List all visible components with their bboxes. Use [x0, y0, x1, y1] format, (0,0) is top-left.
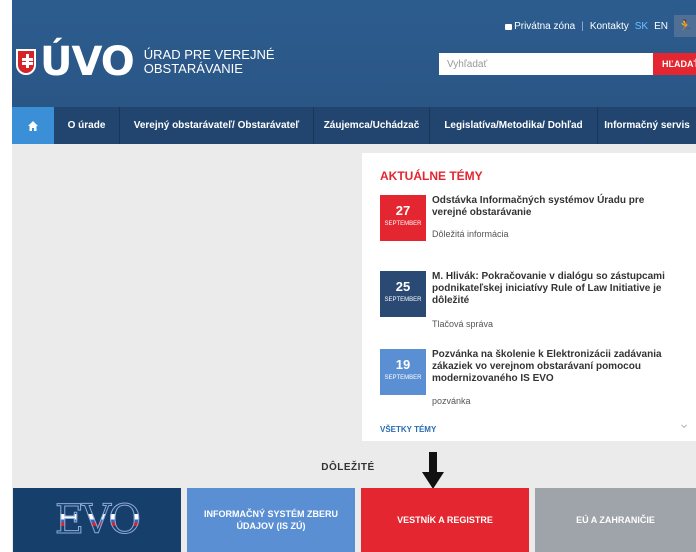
lock-icon: [505, 24, 513, 30]
site-logo[interactable]: ÚVO ÚRAD PRE VEREJNÉ OBSTARÁVANIE: [16, 42, 275, 82]
tile-is-zu[interactable]: INFORMAČNÝ SYSTÉM ZBERU ÚDAJOV (IS ZÚ): [187, 488, 355, 552]
tile-vestnik[interactable]: VESTNÍK A REGISTRE: [361, 488, 529, 552]
logo-text: ÚVO: [40, 39, 135, 85]
news-headline[interactable]: Pozvánka na školenie k Elektronizácii za…: [432, 349, 672, 385]
date-month: SEPTEMBER: [384, 221, 422, 227]
tile-evo[interactable]: EVO: [13, 488, 181, 552]
news-category: pozvánka: [432, 396, 471, 406]
contacts-link[interactable]: Kontakty: [590, 21, 629, 32]
evo-logo: EVO: [54, 497, 141, 543]
home-icon[interactable]: [12, 107, 54, 144]
private-zone-label: Privátna zóna: [514, 21, 576, 32]
nav-item-legislativa[interactable]: Legislatíva/Metodika/ Dohľad: [430, 107, 598, 144]
news-category: Tlačová správa: [432, 319, 494, 329]
tile-eu[interactable]: EÚ A ZAHRANIČIE: [535, 488, 696, 552]
date-day: 19: [395, 357, 411, 372]
org-name: ÚRAD PRE VEREJNÉ OBSTARÁVANIE: [144, 48, 275, 76]
chevron-down-icon[interactable]: ⌄: [678, 416, 690, 432]
separator: |: [581, 21, 584, 32]
date-day: 25: [395, 279, 411, 294]
news-panel: AKTUÁLNE TÉMY 27 SEPTEMBER Odstávka Info…: [362, 153, 696, 441]
org-name-line1: ÚRAD PRE VEREJNÉ: [143, 47, 275, 62]
org-name-line2: OBSTARÁVANIE: [143, 61, 243, 76]
news-headline[interactable]: M. Hlivák: Pokračovanie v dialógu so zás…: [432, 271, 672, 307]
slovak-crest-icon: [16, 49, 36, 75]
nav-item-verejny-obstaravatel[interactable]: Verejný obstarávateľ/ Obstarávateľ: [120, 107, 314, 144]
search-input[interactable]: Vyhľadať: [439, 53, 653, 75]
top-links: Privátna zóna | Kontakty SK EN: [505, 21, 668, 32]
date-badge: 25 SEPTEMBER: [380, 271, 426, 317]
nav-item-zaujemca[interactable]: Záujemca/Uchádzač: [314, 107, 430, 144]
nav-item-o-urade[interactable]: O úrade: [54, 107, 120, 144]
news-title: AKTUÁLNE TÉMY: [380, 169, 483, 183]
accessibility-icon[interactable]: 🏃: [674, 15, 696, 37]
date-month: SEPTEMBER: [384, 375, 422, 381]
arrow-down-icon: [422, 452, 444, 489]
date-badge: 27 SEPTEMBER: [380, 195, 426, 241]
private-zone-link[interactable]: Privátna zóna: [505, 21, 575, 32]
news-headline[interactable]: Odstávka Informačných systémov Úradu pre…: [432, 195, 672, 219]
lang-sk-link[interactable]: SK: [635, 21, 648, 32]
lang-en-link[interactable]: EN: [654, 21, 668, 32]
main-nav: O úrade Verejný obstarávateľ/ Obstarávat…: [12, 107, 696, 144]
date-month: SEPTEMBER: [384, 297, 422, 303]
search-button[interactable]: HĽADAŤ: [653, 53, 696, 75]
site-header: ÚVO ÚRAD PRE VEREJNÉ OBSTARÁVANIE Privát…: [0, 0, 696, 107]
date-badge: 19 SEPTEMBER: [380, 349, 426, 395]
news-category: Dôležitá informácia: [432, 229, 509, 239]
all-topics-link[interactable]: VŠETKY TÉMY: [380, 425, 436, 434]
date-day: 27: [395, 203, 411, 218]
nav-item-informacny-servis[interactable]: Informačný servis: [598, 107, 696, 144]
important-section-label: DÔLEŽITÉ: [321, 462, 375, 473]
